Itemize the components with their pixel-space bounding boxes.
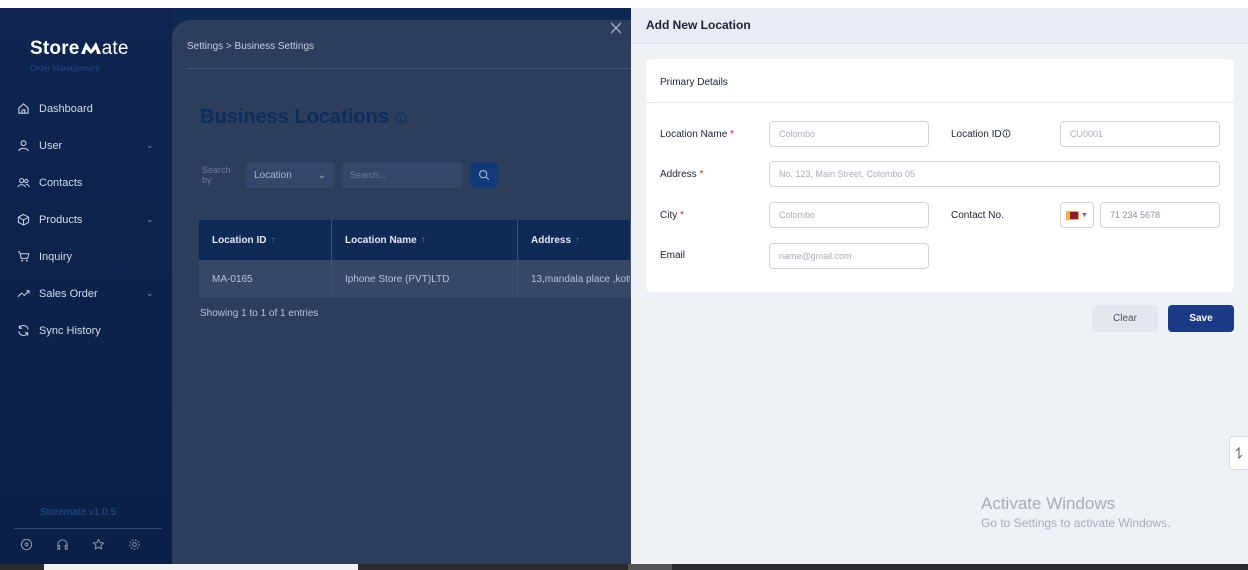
column-header-location-id[interactable]: Location ID ↑ — [199, 220, 332, 260]
sidebar-item-contacts[interactable]: Contacts — [16, 164, 156, 201]
cart-icon — [16, 250, 30, 264]
sidebar-item-user[interactable]: User ⌄ — [16, 127, 156, 164]
required-marker: * — [680, 210, 684, 221]
contact-label: Contact No. — [951, 210, 1004, 221]
required-marker: * — [730, 129, 734, 140]
taskbar-app-area[interactable] — [628, 564, 672, 570]
sidebar-item-products[interactable]: Products ⌄ — [16, 201, 156, 238]
email-input[interactable]: name@gmail.com — [769, 243, 929, 269]
drawer-title: Add New Location — [646, 18, 751, 32]
required-marker: * — [699, 169, 704, 180]
cell-address: 13,mandala place ,kott — [518, 260, 631, 298]
collapse-arrows-icon — [1235, 446, 1243, 460]
search-by-select[interactable]: Location ⌄ — [246, 162, 334, 188]
chevron-down-icon: ⌄ — [146, 140, 154, 150]
clear-button[interactable]: Clear — [1092, 305, 1158, 332]
trend-icon — [16, 287, 30, 301]
info-icon[interactable] — [395, 111, 407, 124]
sidebar-item-sync-history[interactable]: Sync History — [16, 312, 156, 349]
cell-location-id: MA-0165 — [199, 260, 332, 298]
screen-top-strip — [0, 0, 1248, 8]
search-input[interactable]: Search... — [342, 162, 462, 188]
filter-bar: Search by Location ⌄ Search... — [202, 162, 498, 188]
cell-location-name: Iphone Store (PVT)LTD — [332, 260, 518, 298]
city-input[interactable]: Colombo — [769, 202, 929, 228]
star-icon[interactable] — [92, 538, 106, 552]
taskbar-search-area[interactable] — [44, 564, 358, 570]
brand-subtitle: Order Management — [30, 64, 100, 73]
search-icon — [478, 169, 490, 181]
drawer-header: Add New Location — [631, 8, 1248, 44]
background-app: Store ate Order Management Dashboard User… — [0, 8, 631, 564]
info-icon[interactable] — [1002, 129, 1011, 138]
contact-input[interactable]: 71 234 5678 — [1100, 202, 1220, 228]
section-divider — [646, 102, 1234, 103]
chevron-down-icon: ⌄ — [146, 288, 154, 298]
sidebar-item-dashboard[interactable]: Dashboard — [16, 90, 156, 127]
sort-arrow-icon: ↑ — [420, 234, 426, 246]
chevron-down-icon: ▼ — [1081, 211, 1088, 219]
main-panel: Settings > Business Settings Business Lo… — [172, 20, 631, 564]
column-header-address[interactable]: Address ↑ — [518, 220, 631, 260]
sri-lanka-flag-icon — [1066, 210, 1080, 220]
sidebar-divider — [14, 528, 162, 529]
side-collapse-tab[interactable] — [1229, 436, 1248, 470]
windows-watermark-subtitle: Go to Settings to activate Windows. — [981, 516, 1171, 530]
section-title: Primary Details — [660, 77, 728, 88]
breadcrumb: Settings > Business Settings — [187, 41, 315, 52]
breadcrumb-divider — [187, 68, 631, 69]
location-id-input[interactable]: CU0001 — [1060, 121, 1220, 147]
save-button[interactable]: Save — [1168, 305, 1234, 332]
address-input[interactable]: No. 123, Main Street, Colombo 05 — [769, 161, 1220, 187]
box-icon — [16, 213, 30, 227]
contacts-icon — [16, 176, 30, 190]
user-icon — [16, 139, 30, 153]
search-button[interactable] — [470, 162, 498, 188]
entries-count: Showing 1 to 1 of 1 entries — [200, 308, 319, 319]
sidebar-item-inquiry[interactable]: Inquiry — [16, 238, 156, 275]
table-row[interactable]: MA-0165 Iphone Store (PVT)LTD 13,mandala… — [199, 260, 631, 298]
brand-logo: Store ate — [30, 38, 129, 59]
sidebar-nav: Dashboard User ⌄ Contacts Products ⌄ Inq… — [16, 90, 156, 349]
settings-icon[interactable] — [128, 538, 142, 552]
sidebar: Store ate Order Management Dashboard User… — [0, 8, 172, 564]
location-name-input[interactable]: Colombo — [769, 121, 929, 147]
windows-watermark-title: Activate Windows — [981, 494, 1116, 513]
table-header: Location ID ↑ Location Name ↑ Address ↑ — [199, 220, 631, 260]
close-icon[interactable] — [606, 20, 626, 40]
city-label: City * — [660, 210, 684, 221]
headset-icon[interactable] — [56, 538, 70, 552]
main-overlay-content: Settings > Business Settings Business Lo… — [172, 20, 631, 564]
brand-m-icon — [80, 42, 101, 54]
search-by-label: Search by — [202, 165, 231, 185]
sidebar-footer — [20, 538, 142, 552]
sort-arrow-icon: ↑ — [270, 234, 276, 246]
country-code-select[interactable]: ▼ — [1060, 202, 1094, 228]
sidebar-item-sales-order[interactable]: Sales Order ⌄ — [16, 275, 156, 312]
help-icon[interactable] — [20, 538, 34, 552]
address-label: Address * — [660, 169, 704, 180]
chevron-down-icon: ⌄ — [146, 214, 154, 224]
chevron-down-icon: ⌄ — [317, 169, 326, 181]
sort-arrow-icon: ↑ — [575, 234, 581, 246]
add-location-drawer: Add New Location Primary Details Locatio… — [631, 8, 1248, 564]
taskbar-strip — [0, 564, 1248, 570]
primary-details-card: Primary Details Location Name * Colombo … — [646, 59, 1234, 292]
locations-table: Location ID ↑ Location Name ↑ Address ↑ MA-… — [199, 220, 631, 298]
email-label: Email — [660, 250, 686, 261]
page-title: Business Locations — [200, 106, 407, 129]
sync-icon — [16, 324, 30, 338]
app-version: Storemate v1.0.5 — [40, 507, 117, 518]
location-name-label: Location Name * — [660, 129, 734, 140]
home-icon — [16, 102, 30, 116]
column-header-location-name[interactable]: Location Name ↑ — [332, 220, 518, 260]
location-id-label: Location ID — [951, 129, 1011, 140]
